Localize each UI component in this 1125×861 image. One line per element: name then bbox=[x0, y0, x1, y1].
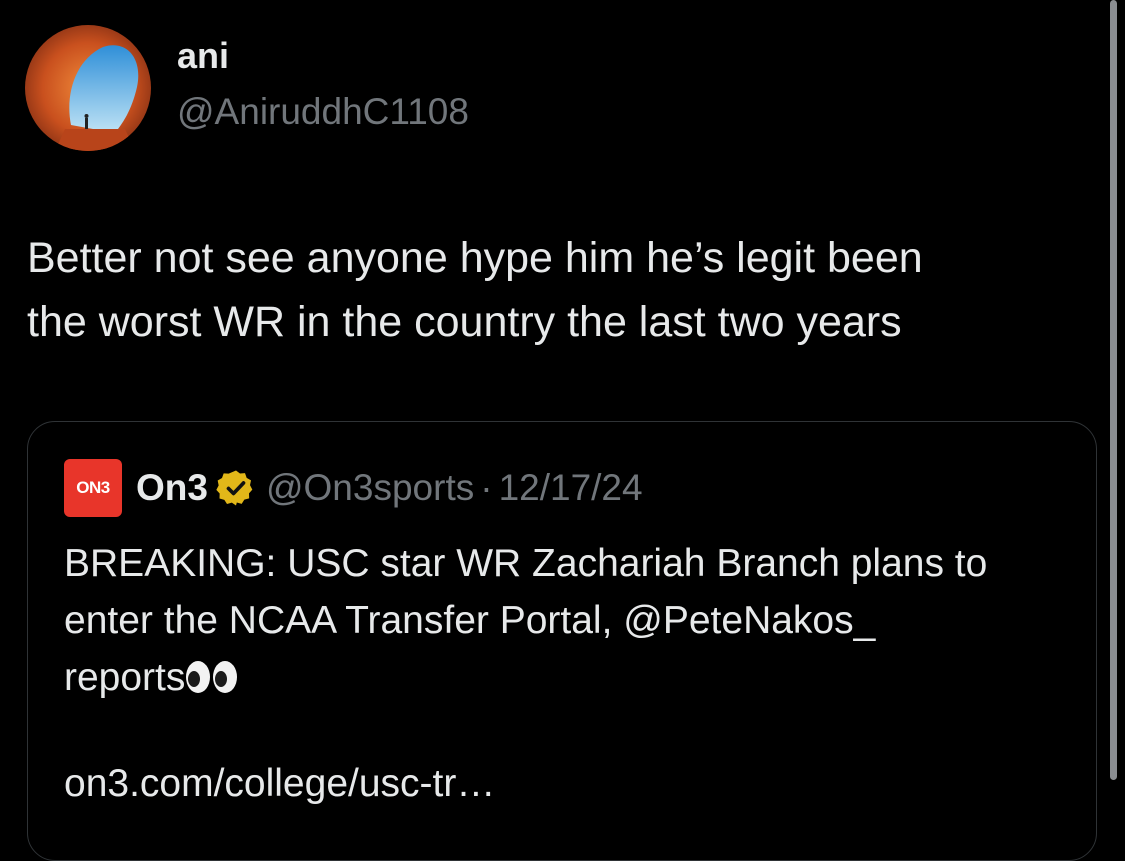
on3-logo-avatar[interactable]: ON3 bbox=[64, 459, 122, 517]
quoted-tweet-link[interactable]: on3.com/college/usc-tr… bbox=[64, 755, 495, 812]
vertical-scrollbar[interactable] bbox=[1110, 0, 1117, 780]
quoted-author-name[interactable]: On3 bbox=[136, 467, 208, 509]
verified-badge-icon bbox=[216, 470, 253, 506]
avatar-image bbox=[25, 25, 151, 151]
quoted-text-line[interactable]: enter the NCAA Transfer Portal, @PeteNak… bbox=[64, 592, 1074, 649]
author-display-name[interactable]: ani bbox=[177, 38, 229, 74]
tweet-text-line: Better not see anyone hype him he’s legi… bbox=[27, 234, 923, 282]
tweet-text: Better not see anyone hype him he’s legi… bbox=[27, 226, 1087, 354]
header-separator: · bbox=[480, 467, 493, 508]
quoted-author-handle[interactable]: @On3sports bbox=[266, 467, 474, 509]
quoted-tweet-text: BREAKING: USC star WR Zachariah Branch p… bbox=[64, 535, 1074, 706]
author-handle[interactable]: @AniruddhC1108 bbox=[177, 93, 469, 130]
quoted-tweet-header: ON3 On3 @On3sports · 12/17/24 bbox=[64, 459, 643, 517]
quoted-text-line: reports bbox=[64, 656, 186, 699]
tweet-text-line: the worst WR in the country the last two… bbox=[27, 298, 902, 346]
quoted-tweet-card[interactable]: ON3 On3 @On3sports · 12/17/24 BREAKING: … bbox=[27, 421, 1097, 861]
quoted-text-line-last: reports bbox=[64, 649, 1074, 706]
quoted-tweet-date[interactable]: 12/17/24 bbox=[499, 467, 643, 509]
quoted-text-line: BREAKING: USC star WR Zachariah Branch p… bbox=[64, 542, 988, 585]
author-avatar[interactable] bbox=[25, 25, 151, 151]
on3-logo-text: ON3 bbox=[76, 478, 110, 497]
eyes-emoji-icon bbox=[186, 661, 238, 693]
